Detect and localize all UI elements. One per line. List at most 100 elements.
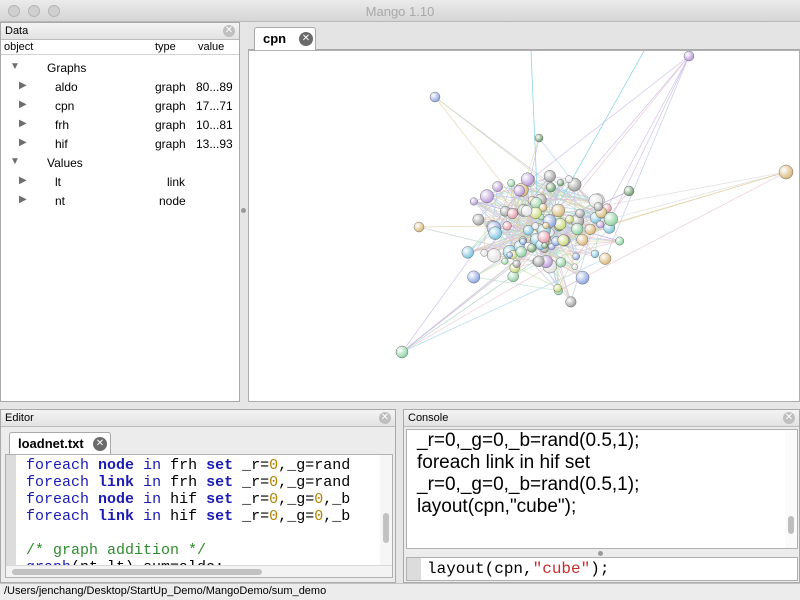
tab-cpn[interactable]: cpn ✕ bbox=[254, 27, 316, 50]
graph-node[interactable] bbox=[590, 249, 600, 258]
graph-node[interactable] bbox=[501, 257, 509, 265]
horizontal-scrollbar[interactable] bbox=[6, 565, 392, 577]
graph-node[interactable] bbox=[576, 233, 589, 246]
graph-canvas[interactable] bbox=[248, 50, 800, 402]
graph-node[interactable] bbox=[480, 189, 494, 204]
graph-node[interactable] bbox=[565, 215, 574, 224]
graph-node[interactable] bbox=[575, 208, 585, 218]
vertical-splitter[interactable] bbox=[240, 22, 248, 402]
disclosure-collapsed-icon[interactable]: ▶ bbox=[19, 118, 27, 129]
graph-node[interactable] bbox=[565, 296, 577, 308]
tree-item-graph[interactable]: ▶ aldo graph 80...89 bbox=[1, 77, 239, 96]
disclosure-collapsed-icon[interactable]: ▶ bbox=[19, 137, 27, 148]
graph-node[interactable] bbox=[556, 178, 565, 187]
graph-node[interactable] bbox=[531, 222, 540, 230]
graph-nodes[interactable] bbox=[395, 51, 794, 359]
scrollbar-thumb[interactable] bbox=[383, 513, 389, 543]
horizontal-splitter[interactable] bbox=[0, 402, 800, 409]
graph-node[interactable] bbox=[502, 221, 512, 231]
disclosure-expanded-icon[interactable]: ▼ bbox=[10, 156, 20, 167]
graph-node[interactable] bbox=[469, 197, 478, 206]
graph-node[interactable] bbox=[543, 170, 556, 183]
code-number: 0 bbox=[269, 474, 279, 491]
tree-item-graph[interactable]: ▶ hif graph 13...93 bbox=[1, 134, 239, 153]
graph-node[interactable] bbox=[553, 283, 562, 293]
graph-node[interactable] bbox=[472, 213, 485, 226]
graph-node[interactable] bbox=[571, 223, 584, 236]
column-header-object[interactable]: object bbox=[4, 41, 33, 53]
graph-node[interactable] bbox=[480, 249, 489, 257]
graph-node[interactable] bbox=[507, 208, 518, 219]
graph-node[interactable] bbox=[507, 179, 516, 187]
graph-node[interactable] bbox=[593, 202, 603, 212]
code-editor[interactable]: foreach node in frh set _r=0,_g=rand for… bbox=[5, 454, 393, 578]
column-header-type[interactable]: type bbox=[155, 41, 176, 53]
graph-node[interactable] bbox=[534, 133, 544, 143]
tree-group-graphs[interactable]: ▼ Graphs bbox=[1, 58, 239, 77]
graph-node[interactable] bbox=[542, 221, 550, 229]
scrollbar-thumb[interactable] bbox=[788, 516, 794, 534]
graph-node[interactable] bbox=[575, 270, 590, 285]
graph-node[interactable] bbox=[596, 220, 605, 229]
graph-node[interactable] bbox=[520, 172, 535, 186]
graph-node[interactable] bbox=[571, 263, 579, 271]
network-graph[interactable] bbox=[249, 51, 800, 402]
graph-node[interactable] bbox=[467, 270, 481, 284]
graph-node[interactable] bbox=[512, 259, 521, 268]
graph-node[interactable] bbox=[461, 246, 474, 259]
graph-node[interactable] bbox=[487, 248, 502, 263]
graph-node[interactable] bbox=[506, 251, 513, 259]
window-title-bar[interactable]: Mango 1.10 bbox=[0, 0, 800, 22]
disclosure-collapsed-icon[interactable]: ▶ bbox=[19, 175, 27, 186]
graph-node[interactable] bbox=[615, 236, 625, 246]
graph-node[interactable] bbox=[683, 51, 695, 62]
graph-node[interactable] bbox=[551, 203, 565, 218]
tree-item-graph[interactable]: ▶ frh graph 10...81 bbox=[1, 115, 239, 134]
tree-item-value[interactable]: ▶ nt node bbox=[1, 191, 239, 210]
scrollbar-thumb[interactable] bbox=[12, 569, 262, 575]
graph-node[interactable] bbox=[519, 237, 527, 245]
graph-node[interactable] bbox=[555, 257, 567, 268]
console-output[interactable]: _r=0,_g=0,_b=rand(0.5,1); foreach link i… bbox=[406, 429, 798, 549]
tree-item-name: cpn bbox=[55, 99, 75, 113]
graph-node[interactable] bbox=[537, 230, 551, 244]
tree-group-values[interactable]: ▼ Values bbox=[1, 153, 239, 172]
disclosure-collapsed-icon[interactable]: ▶ bbox=[19, 80, 27, 91]
graph-node[interactable] bbox=[520, 205, 533, 217]
graph-node[interactable] bbox=[488, 226, 502, 240]
tab-loadnet[interactable]: loadnet.txt ✕ bbox=[9, 432, 111, 455]
disclosure-collapsed-icon[interactable]: ▶ bbox=[19, 194, 27, 205]
graph-node[interactable] bbox=[557, 234, 570, 246]
graph-node[interactable] bbox=[572, 252, 580, 261]
graph-node[interactable] bbox=[492, 181, 503, 192]
graph-node[interactable] bbox=[515, 246, 527, 258]
graph-node[interactable] bbox=[565, 175, 573, 183]
graph-node[interactable] bbox=[545, 182, 556, 193]
graph-node[interactable] bbox=[541, 242, 548, 249]
close-icon[interactable]: ✕ bbox=[93, 437, 107, 451]
vertical-splitter[interactable] bbox=[396, 409, 403, 583]
disclosure-expanded-icon[interactable]: ▼ bbox=[10, 61, 20, 72]
graph-node[interactable] bbox=[413, 221, 425, 233]
graph-node[interactable] bbox=[395, 345, 409, 359]
console-input[interactable]: layout(cpn,"cube"); bbox=[406, 557, 798, 581]
vertical-scrollbar[interactable] bbox=[380, 455, 392, 565]
graph-node[interactable] bbox=[599, 252, 612, 265]
close-icon[interactable]: ✕ bbox=[223, 25, 235, 37]
vertical-scrollbar[interactable] bbox=[785, 430, 797, 548]
graph-node[interactable] bbox=[584, 223, 596, 235]
graph-node[interactable] bbox=[513, 185, 525, 197]
tree-item-value[interactable]: ▶ lt link bbox=[1, 172, 239, 191]
tree-item-graph[interactable]: ▶ cpn graph 17...71 bbox=[1, 96, 239, 115]
graph-node[interactable] bbox=[778, 164, 794, 180]
close-icon[interactable]: ✕ bbox=[299, 32, 313, 46]
input-gutter bbox=[407, 558, 421, 580]
graph-node[interactable] bbox=[429, 91, 441, 103]
column-header-value[interactable]: value bbox=[198, 41, 224, 53]
graph-node[interactable] bbox=[533, 255, 545, 268]
disclosure-collapsed-icon[interactable]: ▶ bbox=[19, 99, 27, 110]
graph-node[interactable] bbox=[623, 185, 635, 197]
close-icon[interactable]: ✕ bbox=[379, 412, 391, 424]
close-icon[interactable]: ✕ bbox=[783, 412, 795, 424]
graph-node[interactable] bbox=[603, 212, 618, 227]
